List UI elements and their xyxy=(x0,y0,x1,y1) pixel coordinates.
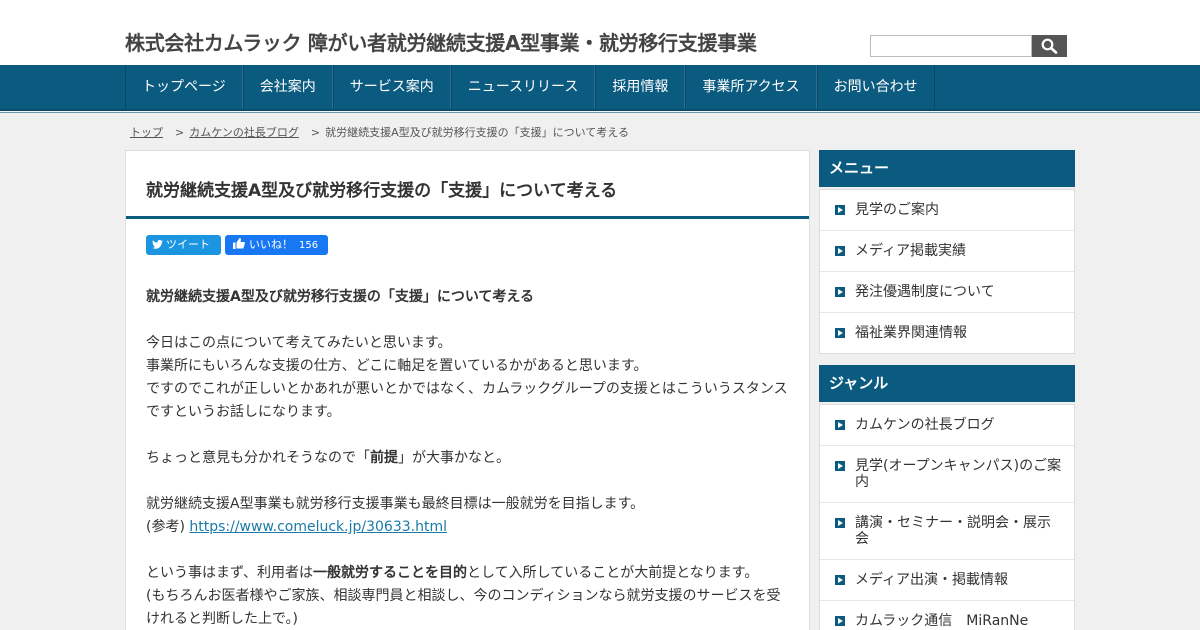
text-line: 今日はこの点について考えてみたいと思います。 xyxy=(146,335,452,351)
search-icon xyxy=(1041,38,1058,54)
nav-item-news[interactable]: ニュースリリース xyxy=(450,65,596,109)
reference-label: (参考) xyxy=(146,519,190,535)
nav-item-recruit[interactable]: 採用情報 xyxy=(595,65,686,109)
breadcrumb-current: 就労継続支援A型及び就労移行支援の「支援」について考える xyxy=(325,126,629,139)
nav-item-access[interactable]: 事業所アクセス xyxy=(685,65,817,109)
paragraph-purpose: という事はまず、利用者は一般就労することを目的として入所していることが大前提とな… xyxy=(146,562,796,630)
sidebar-item-tour[interactable]: 見学のご案内 xyxy=(820,190,1074,231)
nav-item-services[interactable]: サービス案内 xyxy=(332,65,451,109)
paragraph-heading: 就労継続支援A型及び就労移行支援の「支援」について考える xyxy=(146,286,796,309)
sidebar-genre-newsletter[interactable]: カムラック通信 MiRanNe xyxy=(820,601,1074,630)
search-button[interactable] xyxy=(1032,35,1067,57)
arrow-right-icon xyxy=(835,461,845,471)
sidebar-genre-media[interactable]: メディア出演・掲載情報 xyxy=(820,560,1074,601)
sidebar-item-label: 見学(オープンキャンパス)のご案内 xyxy=(855,458,1062,490)
sidebar-item-label: メディア掲載実績 xyxy=(855,243,967,259)
arrow-right-icon xyxy=(835,518,845,528)
post-title: 就労継続支援A型及び就労移行支援の「支援」について考える xyxy=(146,181,618,201)
paragraph-heading-text: 就労継続支援A型及び就労移行支援の「支援」について考える xyxy=(146,289,534,305)
main-nav: トップページ 会社案内 サービス案内 ニュースリリース 採用情報 事業所アクセス… xyxy=(0,65,1200,113)
like-label: いいね！ xyxy=(249,238,293,251)
text-span: として入所していることが大前提となります。 xyxy=(467,565,759,581)
arrow-right-icon xyxy=(835,328,845,338)
bold-text: 前提 xyxy=(370,450,398,466)
breadcrumb-separator: > xyxy=(175,126,185,139)
article: 就労継続支援A型及び就労移行支援の「支援」について考える ツイート いいね！ 15… xyxy=(125,150,810,630)
sidebar-item-label: 発注優遇制度について xyxy=(855,284,995,300)
sidebar-item-label: 講演・セミナー・説明会・展示会 xyxy=(855,515,1051,547)
paragraph-premise: ちょっと意見も分かれそうなので「前提」が大事かなと。 xyxy=(146,447,796,470)
breadcrumb-home[interactable]: トップ xyxy=(130,126,163,139)
sidebar-menu: 見学のご案内 メディア掲載実績 発注優遇制度について 福祉業界関連情報 xyxy=(819,189,1075,354)
tweet-button[interactable]: ツイート xyxy=(146,235,221,255)
title-divider xyxy=(126,216,809,219)
text-line: けれると判断した上で。) xyxy=(146,611,298,627)
reference-link[interactable]: https://www.comeluck.jp/30633.html xyxy=(189,519,447,535)
sidebar-item-label: 見学のご案内 xyxy=(855,202,939,218)
sidebar-genre-seminar[interactable]: 講演・セミナー・説明会・展示会 xyxy=(820,503,1074,560)
site-title[interactable]: 株式会社カムラック 障がい者就労継続支援A型事業・就労移行支援事業 xyxy=(125,27,757,56)
sidebar-item-welfare[interactable]: 福祉業界関連情報 xyxy=(820,313,1074,353)
text-line: 事業所にもいろんな支援の仕方、どこに軸足を置いているかがあると思います。 xyxy=(146,358,648,374)
sidebar-genre: カムケンの社長ブログ 見学(オープンキャンパス)のご案内 講演・セミナー・説明会… xyxy=(819,404,1075,630)
paragraph-intro: 今日はこの点について考えてみたいと思います。 事業所にもいろんな支援の仕方、どこ… xyxy=(146,332,796,424)
thumbs-up-icon xyxy=(233,238,245,249)
arrow-right-icon xyxy=(835,575,845,585)
text-line: ですというお話しになります。 xyxy=(146,404,341,420)
sidebar-item-media[interactable]: メディア掲載実績 xyxy=(820,231,1074,272)
sidebar-genre-blog[interactable]: カムケンの社長ブログ xyxy=(820,405,1074,446)
arrow-right-icon xyxy=(835,616,845,626)
arrow-right-icon xyxy=(835,287,845,297)
text-line: (参考) https://www.comeluck.jp/30633.html xyxy=(146,516,796,539)
sidebar-item-label: カムケンの社長ブログ xyxy=(855,417,995,433)
sidebar-item-label: 福祉業界関連情報 xyxy=(855,325,967,341)
text-line: ですのでこれが正しいとかあれが悪いとかではなく、カムラックグループの支援とはこう… xyxy=(146,381,788,397)
nav-item-top[interactable]: トップページ xyxy=(125,65,243,109)
nav-item-company[interactable]: 会社案内 xyxy=(242,65,333,109)
sidebar-genre-title: ジャンル xyxy=(819,365,1075,402)
sidebar-genre-open-campus[interactable]: 見学(オープンキャンパス)のご案内 xyxy=(820,446,1074,503)
text-span: ちょっと意見も分かれそうなので「 xyxy=(146,450,370,466)
arrow-right-icon xyxy=(835,205,845,215)
arrow-right-icon xyxy=(835,420,845,430)
search-input[interactable] xyxy=(870,35,1032,57)
like-count: 156 xyxy=(299,240,319,251)
text-line: 就労継続支援A型事業も就労移行支援事業も最終目標は一般就労を目指します。 xyxy=(146,496,645,512)
text-line: という事はまず、利用者は一般就労することを目的として入所していることが大前提とな… xyxy=(146,562,796,585)
like-button[interactable]: いいね！ 156 xyxy=(225,235,328,255)
arrow-right-icon xyxy=(835,246,845,256)
text-line: (もちろんお医者様やご家族、相談専門員と相談し、今のコンディションなら就労支援の… xyxy=(146,588,781,604)
breadcrumb-category[interactable]: カムケンの社長ブログ xyxy=(189,126,299,139)
bold-text: 一般就労することを目的 xyxy=(313,565,468,581)
nav-item-contact[interactable]: お問い合わせ xyxy=(816,65,935,109)
tweet-label: ツイート xyxy=(166,238,210,251)
sidebar-item-label: メディア出演・掲載情報 xyxy=(855,572,1009,588)
sidebar-menu-title: メニュー xyxy=(819,150,1075,187)
nav-list: トップページ 会社案内 サービス案内 ニュースリリース 採用情報 事業所アクセス… xyxy=(125,65,935,109)
paragraph-goal: 就労継続支援A型事業も就労移行支援事業も最終目標は一般就労を目指します。 (参考… xyxy=(146,493,796,539)
site-header: 株式会社カムラック 障がい者就労継続支援A型事業・就労移行支援事業 xyxy=(0,0,1200,65)
twitter-bird-icon xyxy=(152,240,163,249)
text-span: 」が大事かなと。 xyxy=(398,450,510,466)
breadcrumb-separator: > xyxy=(310,126,321,139)
text-span: という事はまず、利用者は xyxy=(146,565,314,581)
breadcrumb: トップ > カムケンの社長ブログ > 就労継続支援A型及び就労移行支援の「支援」について… xyxy=(130,124,629,140)
sidebar-item-label: カムラック通信 MiRanNe xyxy=(855,613,1029,629)
sidebar-item-preferential[interactable]: 発注優遇制度について xyxy=(820,272,1074,313)
